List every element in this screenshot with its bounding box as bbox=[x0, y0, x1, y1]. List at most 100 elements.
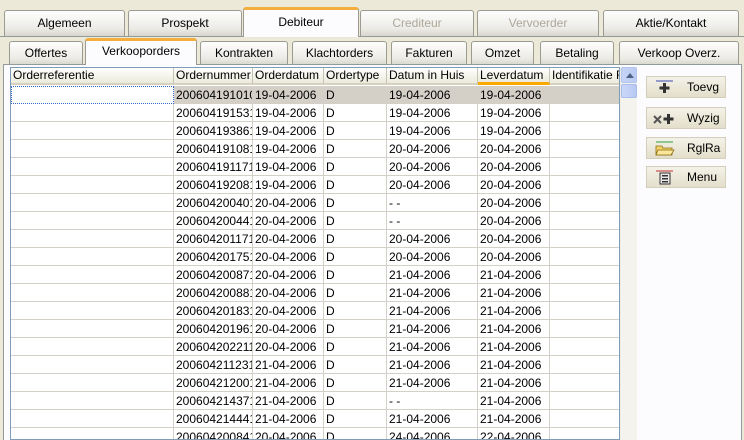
cell-orderreferentie[interactable] bbox=[11, 374, 174, 392]
table-row[interactable]: 200604191531 19-04-2006 D 19-04-2006 19-04-2… bbox=[11, 104, 619, 122]
orders-grid[interactable]: Orderreferentie Ordernummer Orderdatum O… bbox=[10, 67, 620, 440]
table-row[interactable]: 200604201961 20-04-2006 D 21-04-2006 21-04-2… bbox=[11, 320, 619, 338]
cell-leverdatum[interactable]: 20-04-2006 bbox=[478, 230, 550, 248]
cell-leverdatum[interactable]: 21-04-2006 bbox=[478, 320, 550, 338]
cell-datum-in-huis[interactable]: 21-04-2006 bbox=[387, 266, 478, 284]
cell-orderdatum[interactable]: 20-04-2006 bbox=[253, 284, 324, 302]
cell-orderreferentie[interactable] bbox=[11, 302, 174, 320]
cell-datum-in-huis[interactable]: 20-04-2006 bbox=[387, 248, 478, 266]
rglra-button[interactable]: RglRa bbox=[646, 137, 726, 159]
cell-ordernummer[interactable]: 200604201171 bbox=[174, 230, 253, 248]
cell-identifikatie[interactable] bbox=[550, 122, 619, 140]
scroll-up-button[interactable] bbox=[621, 67, 637, 83]
column-header-orderreferentie[interactable]: Orderreferentie bbox=[11, 68, 174, 85]
cell-leverdatum[interactable]: 20-04-2006 bbox=[478, 140, 550, 158]
cell-ordernummer[interactable]: 200604200441 bbox=[174, 212, 253, 230]
cell-datum-in-huis[interactable]: - - bbox=[387, 212, 478, 230]
cell-identifikatie[interactable] bbox=[550, 140, 619, 158]
cell-orderdatum[interactable]: 20-04-2006 bbox=[253, 302, 324, 320]
cell-orderdatum[interactable]: 20-04-2006 bbox=[253, 248, 324, 266]
cell-ordernummer[interactable]: 200604200881 bbox=[174, 284, 253, 302]
cell-ordernummer[interactable]: 200604191010 bbox=[174, 86, 253, 104]
cell-datum-in-huis[interactable]: 21-04-2006 bbox=[387, 320, 478, 338]
cell-leverdatum[interactable]: 21-04-2006 bbox=[478, 410, 550, 428]
cell-datum-in-huis[interactable]: 19-04-2006 bbox=[387, 122, 478, 140]
cell-leverdatum[interactable]: 21-04-2006 bbox=[478, 392, 550, 410]
cell-leverdatum[interactable]: 20-04-2006 bbox=[478, 176, 550, 194]
cell-identifikatie[interactable] bbox=[550, 284, 619, 302]
cell-orderreferentie[interactable] bbox=[11, 158, 174, 176]
cell-datum-in-huis[interactable]: 21-04-2006 bbox=[387, 410, 478, 428]
cell-orderreferentie[interactable] bbox=[11, 140, 174, 158]
toevg-button[interactable]: Toevg bbox=[646, 76, 726, 98]
cell-orderdatum[interactable]: 20-04-2006 bbox=[253, 320, 324, 338]
column-header-ordernummer[interactable]: Ordernummer bbox=[174, 68, 253, 85]
cell-orderreferentie[interactable] bbox=[11, 356, 174, 374]
cell-ordertype[interactable]: D bbox=[324, 104, 387, 122]
cell-ordernummer[interactable]: 200604201831 bbox=[174, 302, 253, 320]
cell-ordernummer[interactable]: 200604200401 bbox=[174, 194, 253, 212]
tab-betaling[interactable]: Betaling bbox=[540, 41, 614, 65]
table-row[interactable]: 200604212001 21-04-2006 D 21-04-2006 21-04-2… bbox=[11, 374, 619, 392]
table-row[interactable]: 200604200841 20-04-2006 D 24-04-2006 22-04-2… bbox=[11, 428, 619, 439]
cell-ordernummer[interactable]: 200604214371 bbox=[174, 392, 253, 410]
wyzig-button[interactable]: Wyzig bbox=[646, 107, 726, 129]
table-row[interactable]: 200604193861 19-04-2006 D 19-04-2006 19-04-2… bbox=[11, 122, 619, 140]
cell-identifikatie[interactable] bbox=[550, 266, 619, 284]
cell-orderreferentie[interactable] bbox=[11, 248, 174, 266]
cell-datum-in-huis[interactable]: 20-04-2006 bbox=[387, 176, 478, 194]
cell-leverdatum[interactable]: 21-04-2006 bbox=[478, 302, 550, 320]
cell-datum-in-huis[interactable]: - - bbox=[387, 392, 478, 410]
table-row[interactable]: 200604201171 20-04-2006 D 20-04-2006 20-04-2… bbox=[11, 230, 619, 248]
cell-ordertype[interactable]: D bbox=[324, 428, 387, 439]
cell-leverdatum[interactable]: 21-04-2006 bbox=[478, 338, 550, 356]
cell-ordernummer[interactable]: 200604200871 bbox=[174, 266, 253, 284]
cell-identifikatie[interactable] bbox=[550, 248, 619, 266]
cell-identifikatie[interactable] bbox=[550, 392, 619, 410]
cell-orderdatum[interactable]: 19-04-2006 bbox=[253, 122, 324, 140]
cell-orderreferentie[interactable] bbox=[11, 104, 174, 122]
cell-orderreferentie[interactable] bbox=[11, 176, 174, 194]
cell-orderreferentie[interactable] bbox=[11, 194, 174, 212]
cell-datum-in-huis[interactable]: - - bbox=[387, 194, 478, 212]
grid-vertical-scrollbar[interactable] bbox=[620, 67, 637, 440]
cell-ordernummer[interactable]: 200604191531 bbox=[174, 104, 253, 122]
cell-identifikatie[interactable] bbox=[550, 194, 619, 212]
cell-leverdatum[interactable]: 21-04-2006 bbox=[478, 284, 550, 302]
cell-orderdatum[interactable]: 20-04-2006 bbox=[253, 266, 324, 284]
cell-ordertype[interactable]: D bbox=[324, 302, 387, 320]
cell-ordernummer[interactable]: 200604201751 bbox=[174, 248, 253, 266]
table-row[interactable]: 200604191081 19-04-2006 D 20-04-2006 20-04-2… bbox=[11, 140, 619, 158]
cell-orderreferentie[interactable] bbox=[11, 86, 174, 104]
cell-leverdatum[interactable]: 22-04-2006 bbox=[478, 428, 550, 439]
table-row[interactable]: 200604201831 20-04-2006 D 21-04-2006 21-04-2… bbox=[11, 302, 619, 320]
cell-identifikatie[interactable] bbox=[550, 320, 619, 338]
cell-leverdatum[interactable]: 20-04-2006 bbox=[478, 194, 550, 212]
cell-orderdatum[interactable]: 19-04-2006 bbox=[253, 140, 324, 158]
cell-identifikatie[interactable] bbox=[550, 338, 619, 356]
table-row[interactable]: 200604191010 19-04-2006 D 19-04-2006 19-04-2… bbox=[11, 86, 619, 104]
cell-orderreferentie[interactable] bbox=[11, 230, 174, 248]
cell-leverdatum[interactable]: 20-04-2006 bbox=[478, 158, 550, 176]
cell-orderdatum[interactable]: 19-04-2006 bbox=[253, 86, 324, 104]
cell-orderreferentie[interactable] bbox=[11, 320, 174, 338]
cell-ordertype[interactable]: D bbox=[324, 230, 387, 248]
cell-orderreferentie[interactable] bbox=[11, 410, 174, 428]
cell-identifikatie[interactable] bbox=[550, 374, 619, 392]
cell-ordernummer[interactable]: 200604191081 bbox=[174, 140, 253, 158]
cell-identifikatie[interactable] bbox=[550, 176, 619, 194]
column-header-leverdatum[interactable]: Leverdatum bbox=[478, 68, 550, 85]
cell-leverdatum[interactable]: 20-04-2006 bbox=[478, 212, 550, 230]
cell-identifikatie[interactable] bbox=[550, 104, 619, 122]
cell-identifikatie[interactable] bbox=[550, 212, 619, 230]
cell-ordernummer[interactable]: 200604201961 bbox=[174, 320, 253, 338]
cell-ordertype[interactable]: D bbox=[324, 122, 387, 140]
cell-ordernummer[interactable]: 200604212001 bbox=[174, 374, 253, 392]
cell-ordertype[interactable]: D bbox=[324, 320, 387, 338]
cell-orderreferentie[interactable] bbox=[11, 428, 174, 439]
cell-datum-in-huis[interactable]: 20-04-2006 bbox=[387, 230, 478, 248]
menu-button[interactable]: Menu bbox=[646, 166, 726, 188]
tab-verkooporders[interactable]: Verkooporders bbox=[85, 38, 197, 65]
cell-ordertype[interactable]: D bbox=[324, 86, 387, 104]
cell-orderdatum[interactable]: 21-04-2006 bbox=[253, 356, 324, 374]
